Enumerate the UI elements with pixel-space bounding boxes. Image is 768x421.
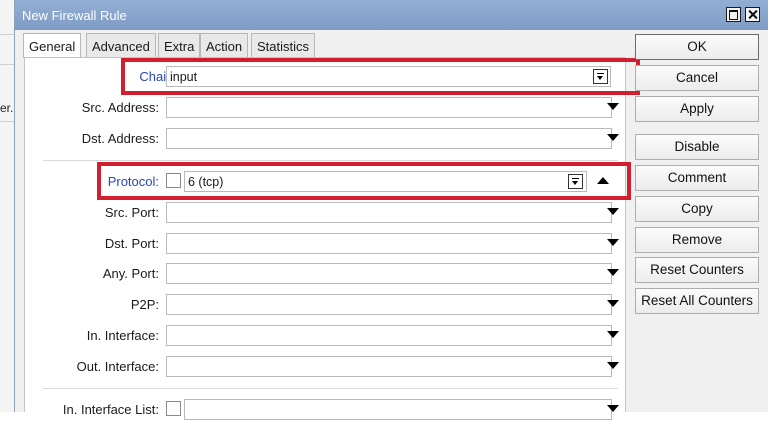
reset-counters-button[interactable]: Reset Counters (635, 257, 759, 283)
background-text-fragment: er. (0, 101, 14, 115)
reset-all-counters-button[interactable]: Reset All Counters (635, 288, 759, 314)
dst-address-label: Dst. Address: (81, 131, 159, 146)
p2p-input[interactable] (166, 294, 612, 315)
dst-port-row: Dst. Port: (25, 233, 159, 255)
tab-action[interactable]: Action (200, 33, 249, 57)
in-interface-expand-icon[interactable] (607, 331, 619, 338)
general-tab-panel: Chain: input Src. Address: Dst. Address:… (24, 57, 640, 420)
src-port-label: Src. Port: (104, 205, 159, 220)
remove-button[interactable]: Remove (635, 227, 759, 253)
tab-extra[interactable]: Extra (158, 33, 201, 57)
dst-port-input[interactable] (166, 233, 612, 254)
comment-button[interactable]: Comment (635, 165, 759, 191)
out-interface-row: Out. Interface: (25, 356, 159, 378)
background-divider (0, 121, 14, 122)
p2p-expand-icon[interactable] (607, 300, 619, 307)
src-address-expand-icon[interactable] (607, 103, 619, 110)
p2p-row: P2P: (25, 294, 159, 316)
copy-button[interactable]: Copy (635, 196, 759, 222)
chain-highlight-box (121, 58, 640, 95)
dst-port-label: Dst. Port: (104, 236, 159, 251)
dst-address-row: Dst. Address: (25, 128, 159, 150)
protocol-highlight-box (97, 162, 631, 200)
src-port-expand-icon[interactable] (607, 208, 619, 215)
tab-general[interactable]: General (23, 33, 82, 58)
in-interface-list-row: In. Interface List: (25, 399, 159, 421)
src-port-input[interactable] (166, 202, 612, 223)
any-port-row: Any. Port: (25, 263, 159, 285)
window-title: New Firewall Rule (22, 8, 127, 23)
in-interface-list-negate-checkbox[interactable] (166, 401, 181, 416)
background-divider (0, 64, 14, 65)
dst-port-expand-icon[interactable] (607, 239, 619, 246)
in-interface-list-label: In. Interface List: (62, 402, 159, 417)
background-divider (0, 34, 14, 35)
apply-button[interactable]: Apply (635, 96, 759, 122)
cancel-button[interactable]: Cancel (635, 65, 759, 91)
src-address-label: Src. Address: (81, 100, 159, 115)
in-interface-list-expand-icon[interactable] (607, 405, 619, 412)
p2p-label: P2P: (130, 297, 159, 312)
dst-address-expand-icon[interactable] (607, 134, 619, 141)
any-port-label: Any. Port: (102, 266, 159, 281)
src-address-input[interactable] (166, 97, 612, 118)
in-interface-list-input[interactable] (184, 399, 612, 420)
ok-button[interactable]: OK (635, 34, 759, 60)
in-interface-label: In. Interface: (86, 328, 159, 343)
close-icon[interactable] (745, 7, 760, 22)
in-interface-row: In. Interface: (25, 325, 159, 347)
in-interface-input[interactable] (166, 325, 612, 346)
src-port-row: Src. Port: (25, 202, 159, 224)
any-port-input[interactable] (166, 263, 612, 284)
out-interface-label: Out. Interface: (76, 359, 159, 374)
any-port-expand-icon[interactable] (607, 269, 619, 276)
tab-advanced[interactable]: Advanced (86, 33, 156, 57)
section-divider (43, 388, 618, 389)
out-interface-input[interactable] (166, 356, 612, 377)
tab-statistics[interactable]: Statistics (251, 33, 316, 57)
out-interface-expand-icon[interactable] (607, 362, 619, 369)
section-divider (43, 160, 618, 161)
disable-button[interactable]: Disable (635, 134, 759, 160)
maximize-icon[interactable] (726, 7, 741, 22)
title-bar: New Firewall Rule (15, 0, 768, 30)
dst-address-input[interactable] (166, 128, 612, 149)
src-address-row: Src. Address: (25, 97, 159, 119)
